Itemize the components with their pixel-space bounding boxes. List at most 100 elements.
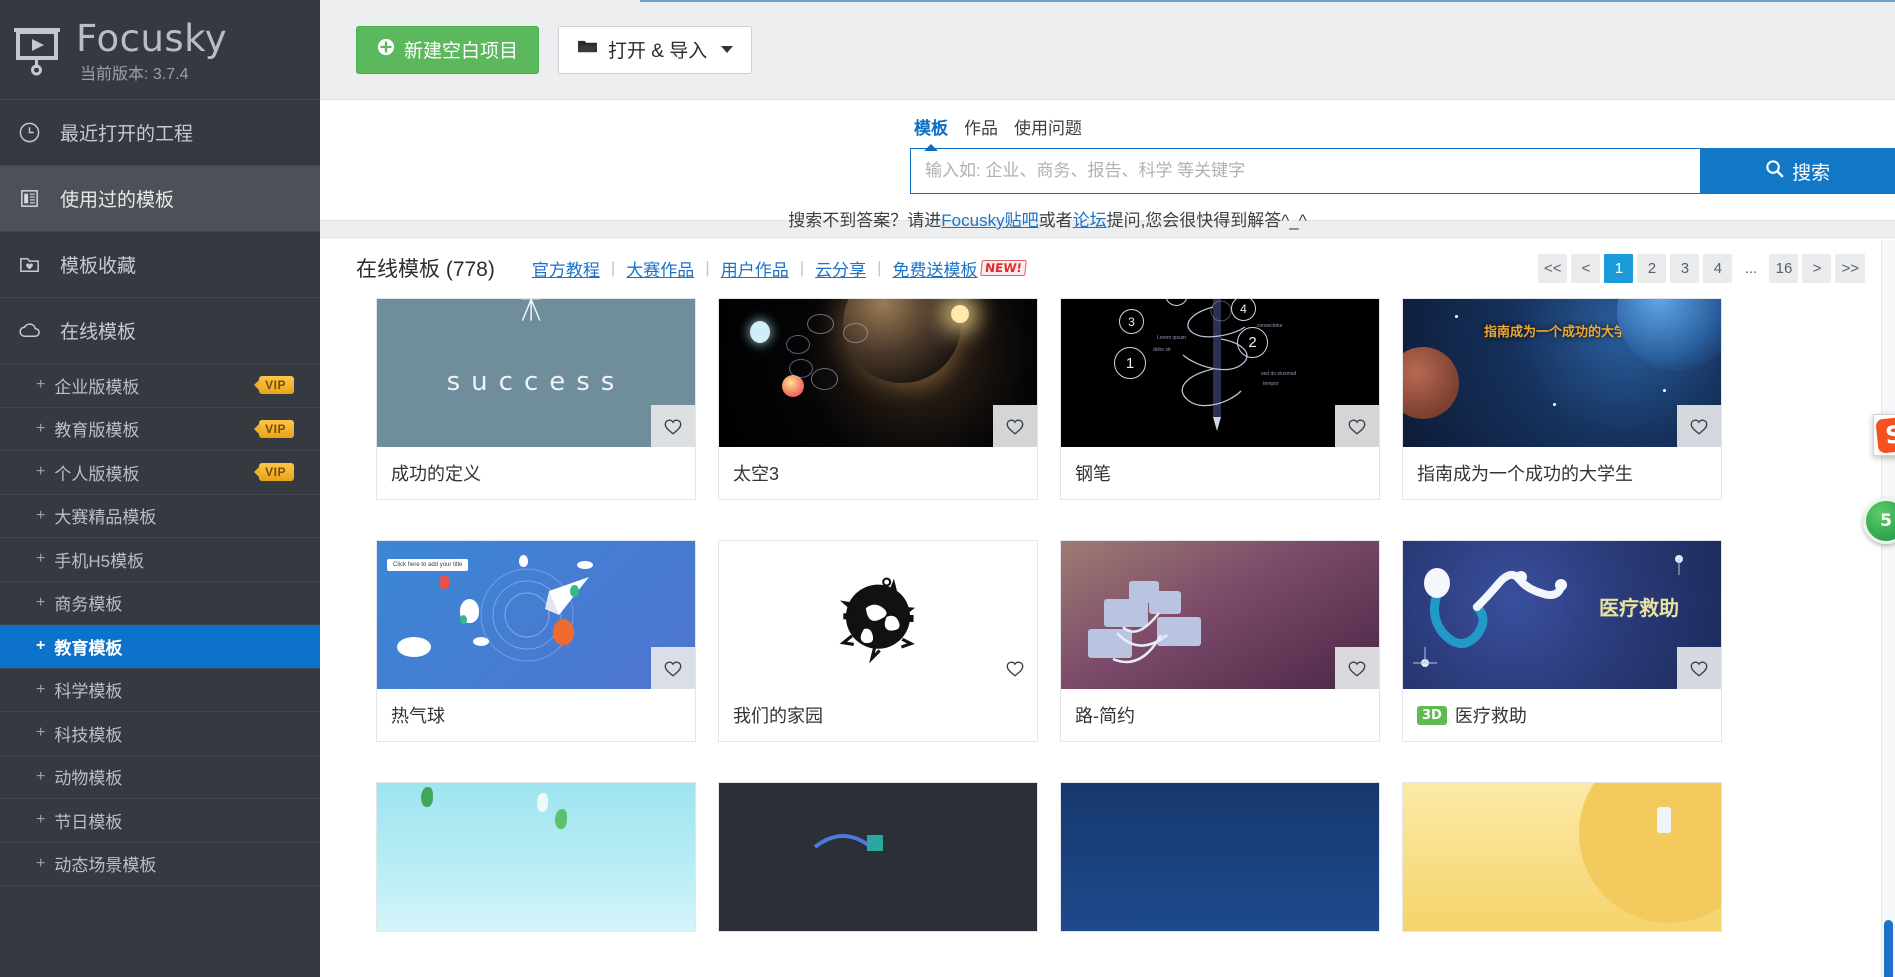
ring-artwork [813,834,883,851]
template-thumbnail: Lorem ipsum dolor sit consectetur sed do… [1061,299,1379,447]
template-thumbnail [1403,783,1721,931]
lighthouse [1657,807,1671,833]
tieba-link[interactable]: Focusky贴吧 [941,211,1038,230]
tab-works[interactable]: 作品 [964,114,998,141]
svg-text:dolor sit: dolor sit [1153,347,1171,353]
forum-link[interactable]: 论坛 [1073,211,1107,230]
expand-icon: + [36,506,46,524]
template-card[interactable]: 太空3 [718,298,1038,500]
folder-open-icon [577,38,598,61]
search-input[interactable] [910,148,1701,194]
page-2-button[interactable]: 2 [1637,253,1667,283]
vertical-scrollbar-track[interactable] [1881,240,1895,977]
tab-templates[interactable]: 模板 [914,114,948,141]
template-card[interactable]: 我们的家园 [718,540,1038,742]
favorite-button[interactable] [1677,405,1721,447]
template-thumbnail [719,299,1037,447]
expand-icon: + [36,463,46,481]
sidebar-category-enterprise[interactable]: + 企业版模板 VIP [0,364,320,408]
sidebar-item-used-templates[interactable]: 使用过的模板 [0,166,320,232]
link-free-templates[interactable]: 免费送模板 [882,256,989,281]
template-card[interactable]: Click here to add your title 热气球 [376,540,696,742]
sidebar-category-business[interactable]: + 商务模板 [0,582,320,625]
template-card[interactable]: Lorem ipsum dolor sit consectetur sed do… [1060,298,1380,500]
planet-small-red [782,375,804,397]
page-last-button[interactable]: >> [1835,253,1865,283]
link-official-tutorial[interactable]: 官方教程 [521,256,611,281]
page-16-button[interactable]: 16 [1769,253,1799,283]
search-hint-suffix: 提问,您会很快得到解答^_^ [1106,211,1307,230]
sidebar-category-label: 教育模板 [54,638,123,658]
search-button[interactable]: 搜索 [1700,148,1895,194]
cloud [397,637,431,657]
link-user-works[interactable]: 用户作品 [710,256,800,281]
expand-icon: + [36,767,46,785]
sidebar-category-personal[interactable]: + 个人版模板 VIP [0,451,320,495]
balloon-white [519,555,528,567]
orbit-ring [786,335,810,354]
template-card[interactable] [718,782,1038,932]
page-next-button[interactable]: > [1802,253,1832,283]
template-grid-row-1: success 成功的定义 太空3 Lorem ipsum dolor sit … [320,298,1895,500]
sidebar-category-technology[interactable]: + 科技模板 [0,712,320,756]
sidebar-category-education-pro[interactable]: + 教育版模板 VIP [0,408,320,451]
section-header: 在线模板 (778) 官方教程 | 大赛作品 | 用户作品 | 云分享 | 免费… [320,238,1895,298]
open-import-button[interactable]: 打开 & 导入 [558,25,753,74]
number-marker-2: 2 [1237,327,1268,358]
page-3-button[interactable]: 3 [1670,253,1700,283]
folder-heart-icon [18,252,48,278]
template-thumbnail: 医疗救助 [1403,541,1721,689]
template-card[interactable]: 医疗救助 3D 医疗救助 [1402,540,1722,742]
new-blank-project-button[interactable]: 新建空白项目 [356,25,540,74]
favorite-button[interactable] [993,405,1037,447]
star [1553,403,1556,406]
sogou-logo-icon[interactable]: S [1875,416,1895,454]
sidebar-category-contest[interactable]: + 大赛精品模板 [0,495,320,538]
sidebar-item-template-favorites[interactable]: 模板收藏 [0,232,320,298]
pagination: << < 1 2 3 4 ... 16 > >> [1537,253,1865,283]
svg-text:sed do eiusmod: sed do eiusmod [1261,371,1297,377]
sidebar-category-festival[interactable]: + 节日模板 [0,799,320,843]
sidebar-category-science[interactable]: + 科学模板 [0,669,320,712]
page-first-button[interactable]: << [1537,253,1568,283]
sidebar-category-mobile-h5[interactable]: + 手机H5模板 [0,538,320,582]
expand-icon: + [36,637,46,655]
svg-text:Lorem ipsum: Lorem ipsum [1157,335,1186,341]
page-1-button[interactable]: 1 [1604,253,1634,283]
number-marker-1: 1 [1114,347,1146,379]
sidebar-category-dynamic-scene[interactable]: + 动态场景模板 [0,843,320,886]
favorite-button[interactable] [651,405,695,447]
sidebar-item-recent-projects[interactable]: 最近打开的工程 [0,100,320,166]
template-card[interactable]: success 成功的定义 [376,298,696,500]
template-card[interactable] [1060,782,1380,932]
sidebar-item-label: 最近打开的工程 [60,124,194,145]
favorite-button[interactable] [1677,647,1721,689]
top-toolbar: 新建空白项目 打开 & 导入 [320,0,1895,100]
favorite-button[interactable] [993,647,1037,689]
vertical-scrollbar-thumb[interactable] [1884,920,1893,977]
link-contest-works[interactable]: 大赛作品 [615,256,705,281]
template-card[interactable] [1402,782,1722,932]
favorite-button[interactable] [651,647,695,689]
template-title: 医疗救助 [1454,706,1527,726]
sogou-ime-toolbar[interactable]: S 中 °, [1873,414,1895,456]
document-icon [18,186,48,212]
link-cloud-share[interactable]: 云分享 [804,256,877,281]
favorite-button[interactable] [1335,647,1379,689]
focusky-app-window: Focusky 当前版本: 3.7.4 最近打开的工程 使用过的模板 模板收藏 [0,0,1895,977]
sidebar: Focusky 当前版本: 3.7.4 最近打开的工程 使用过的模板 模板收藏 [0,0,320,977]
template-card[interactable] [376,782,696,932]
template-card[interactable]: 指南成为一个成功的大学生 指南成为一个成功的大学生 [1402,298,1722,500]
tab-faq[interactable]: 使用问题 [1014,114,1082,141]
page-prev-button[interactable]: < [1571,253,1601,283]
sidebar-category-animal[interactable]: + 动物模板 [0,756,320,799]
planet-blue [1617,299,1721,371]
star [1455,315,1458,318]
favorite-button[interactable] [1335,405,1379,447]
search-button-label: 搜索 [1792,162,1831,184]
page-4-button[interactable]: 4 [1703,253,1733,283]
sidebar-category-label: 教育版模板 [54,421,140,441]
sidebar-category-education[interactable]: + 教育模板 [0,625,320,669]
template-card[interactable]: 路-简约 [1060,540,1380,742]
sidebar-item-online-templates[interactable]: 在线模板 [0,298,320,364]
